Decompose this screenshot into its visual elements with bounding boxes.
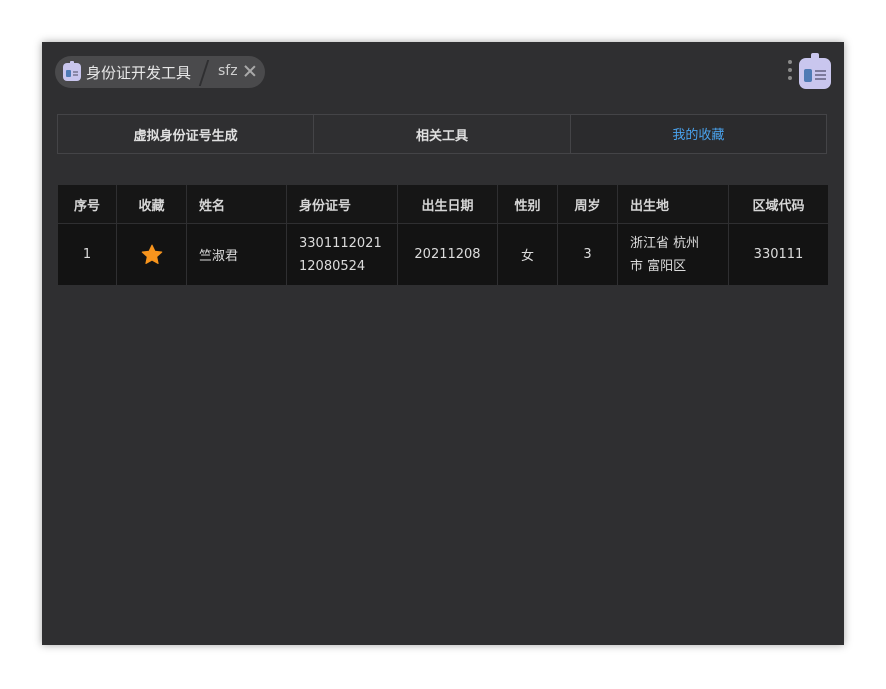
title-divider [198, 60, 210, 86]
plugin-logo-icon[interactable] [799, 53, 831, 89]
col-birth-date[interactable]: 出生日期 [397, 184, 498, 224]
col-id-number[interactable]: 身份证号 [286, 184, 398, 224]
col-name[interactable]: 姓名 [186, 184, 287, 224]
tab-favorites[interactable]: 我的收藏 [570, 115, 826, 153]
col-age[interactable]: 周岁 [557, 184, 618, 224]
app-title-pill[interactable]: 身份证开发工具 sfz [55, 56, 265, 88]
table-header-row: 序号 收藏 姓名 身份证号 出生日期 性别 周岁 出生地 区域代码 [57, 184, 829, 224]
id-number-line-1: 3301112021 [299, 235, 382, 251]
row-index: 1 [57, 223, 117, 286]
col-region-code[interactable]: 区域代码 [728, 184, 829, 224]
row-region-code: 330111 [728, 223, 829, 286]
col-gender[interactable]: 性别 [497, 184, 558, 224]
favorites-table: 序号 收藏 姓名 身份证号 出生日期 性别 周岁 出生地 区域代码 1 竺淑君 [57, 184, 829, 286]
id-number-line-2: 12080524 [299, 258, 366, 274]
birthplace-line-1: 浙江省 杭州 [630, 235, 700, 251]
close-icon[interactable] [244, 65, 256, 77]
more-menu-icon[interactable] [787, 60, 793, 82]
plugin-window: 身份证开发工具 sfz 虚拟身份证号生成 相关工具 我的收藏 序号 收藏 姓名 … [42, 42, 844, 645]
tab-tools[interactable]: 相关工具 [314, 115, 571, 153]
app-title: 身份证开发工具 [86, 64, 192, 82]
id-card-app-icon [63, 61, 81, 81]
table-row[interactable]: 1 竺淑君 3301112021 12080524 20211208 女 3 浙… [57, 223, 829, 286]
row-id-number: 3301112021 12080524 [286, 223, 398, 286]
row-birthplace: 浙江省 杭州 市 富阳区 [617, 223, 729, 286]
star-icon[interactable] [140, 243, 164, 267]
col-favorite[interactable]: 收藏 [116, 184, 187, 224]
row-birth-date: 20211208 [397, 223, 498, 286]
tab-bar: 虚拟身份证号生成 相关工具 我的收藏 [57, 114, 827, 154]
favorite-cell [116, 223, 187, 286]
row-name: 竺淑君 [186, 223, 287, 286]
row-gender: 女 [497, 223, 558, 286]
col-birthplace[interactable]: 出生地 [617, 184, 729, 224]
sub-input-label[interactable]: sfz [218, 63, 238, 79]
row-age: 3 [557, 223, 618, 286]
tab-generate[interactable]: 虚拟身份证号生成 [58, 115, 315, 153]
col-index[interactable]: 序号 [57, 184, 117, 224]
birthplace-line-2: 市 富阳区 [630, 258, 687, 274]
